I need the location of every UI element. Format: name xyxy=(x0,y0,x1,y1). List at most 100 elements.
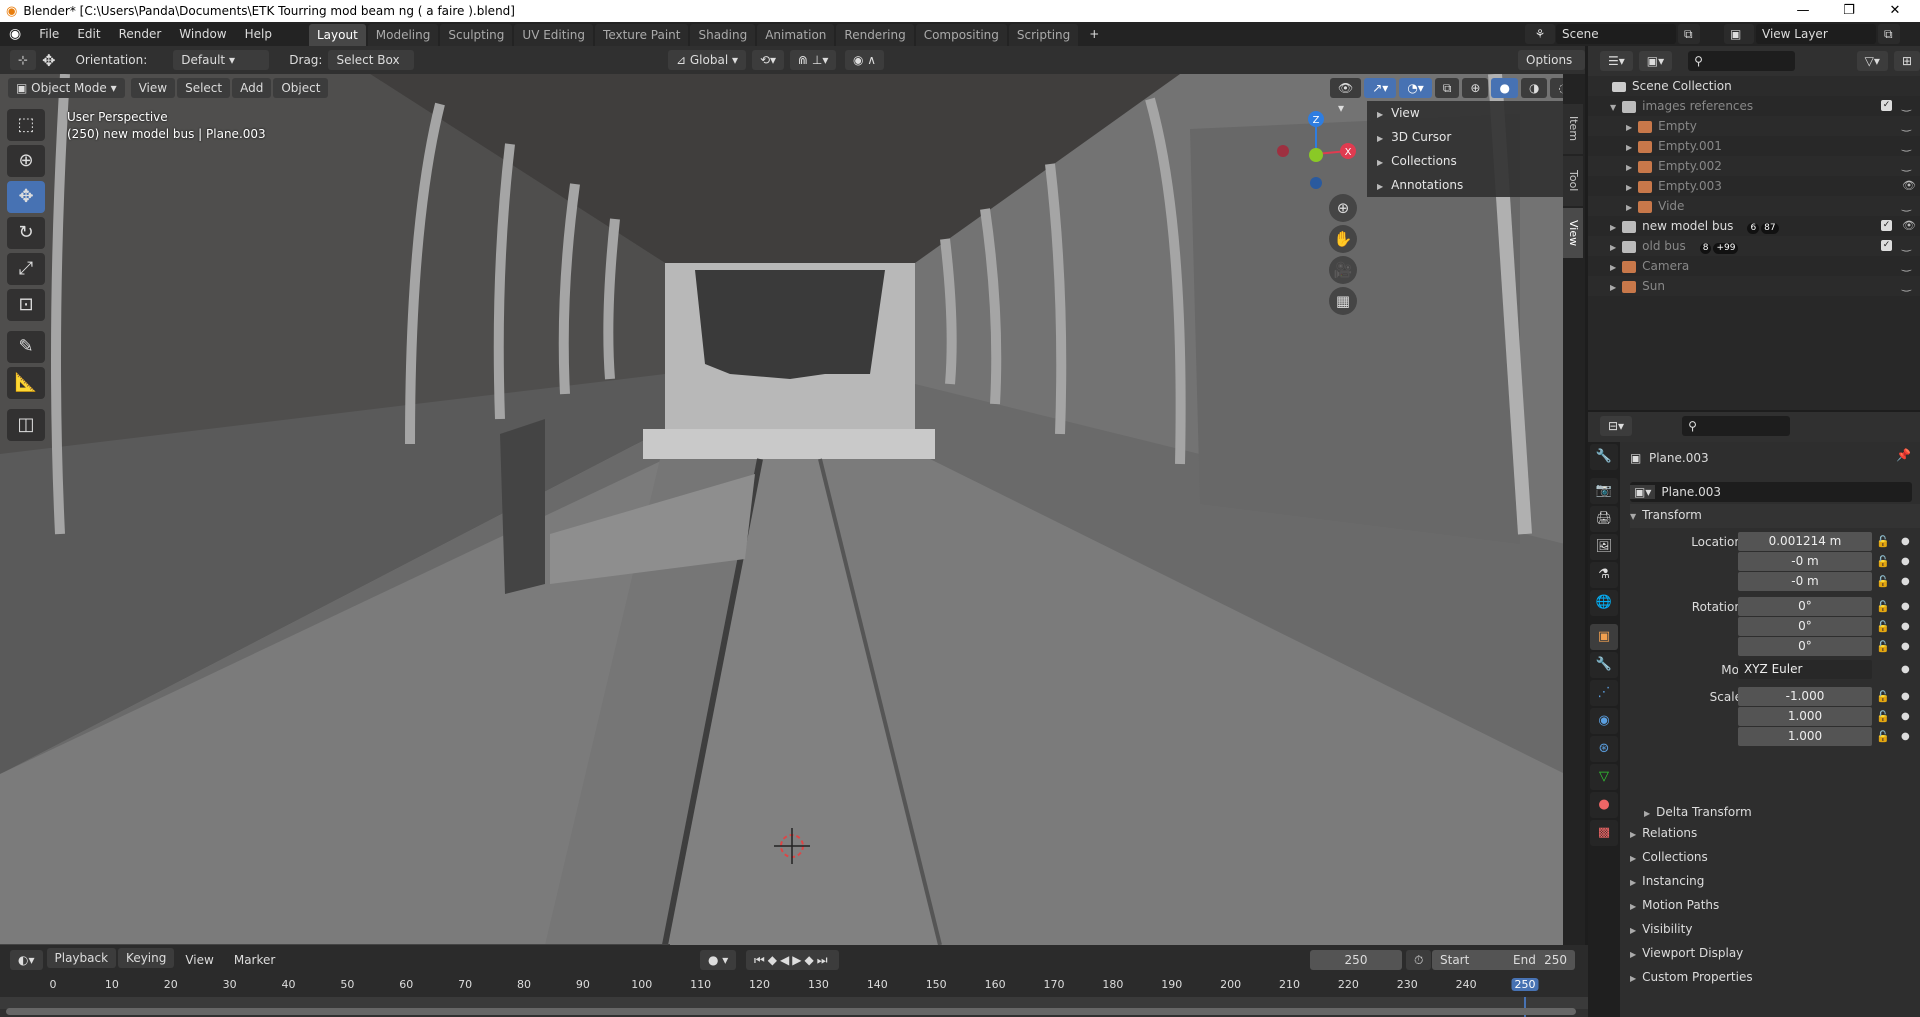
data-tab-icon[interactable]: ▽ xyxy=(1590,764,1618,790)
panel-custom-properties[interactable]: ▶ Custom Properties xyxy=(1630,966,1753,990)
outliner-item[interactable]: ▶ Empty.002 ‿ xyxy=(1588,156,1920,176)
expand-arrow-icon[interactable]: ▶ xyxy=(1610,243,1616,252)
overlay-toggle-icon[interactable]: ◔▾ xyxy=(1399,78,1432,98)
lock-icon[interactable]: 🔓 xyxy=(1876,572,1890,592)
outliner-item[interactable]: ▶ Sun ‿ xyxy=(1588,276,1920,296)
lock-icon[interactable]: 🔓 xyxy=(1876,707,1890,727)
lock-icon[interactable]: 🔓 xyxy=(1876,597,1890,617)
keyframe-dot-icon[interactable]: ● xyxy=(1901,552,1910,572)
transform-orientation-dropdown[interactable]: ⊿ Global ▾ xyxy=(668,50,746,70)
value-field[interactable]: 0° xyxy=(1738,597,1872,616)
rotate-tool-icon[interactable]: ↻ xyxy=(7,217,45,249)
minimize-button[interactable]: — xyxy=(1780,0,1826,22)
transform-tool-icon[interactable]: ⊡ xyxy=(7,289,45,321)
tool-tab-icon[interactable]: 🔧 xyxy=(1590,444,1618,470)
outliner-item[interactable]: ▶ new model bus 6 87 ✓ 👁 xyxy=(1588,216,1920,236)
particles-tab-icon[interactable]: ⋰ xyxy=(1590,680,1618,706)
expand-arrow-icon[interactable]: ▶ xyxy=(1626,123,1632,132)
viewport-menu-select[interactable]: Select xyxy=(177,78,231,98)
workspace-tab-shading[interactable]: Shading xyxy=(690,24,756,46)
lock-icon[interactable]: 🔓 xyxy=(1876,727,1890,747)
ortho-grid-icon[interactable]: ▦ xyxy=(1329,287,1357,315)
keyframe-dot-icon[interactable]: ● xyxy=(1901,532,1910,552)
scene-selector-icon[interactable]: ⚘ xyxy=(1525,24,1555,44)
timeline-scrollbar[interactable] xyxy=(6,1008,1576,1015)
3d-viewport[interactable]: Z X ▣ Object Mode ▾ View Select Add Object … xyxy=(0,74,1565,945)
npanel-section-view[interactable]: ▶ View xyxy=(1367,101,1565,125)
expand-arrow-icon[interactable]: ▶ xyxy=(1626,143,1632,152)
value-field[interactable]: -0 m xyxy=(1738,552,1872,571)
new-scene-icon[interactable]: ⧉ xyxy=(1678,24,1700,44)
expand-arrow-icon[interactable]: ▶ xyxy=(1626,203,1632,212)
workspace-tab-texture-paint[interactable]: Texture Paint xyxy=(595,24,689,46)
menu-file[interactable]: File xyxy=(30,22,68,46)
expand-arrow-icon[interactable]: ▶ xyxy=(1610,223,1616,232)
new-collection-icon[interactable]: ⊞ xyxy=(1893,51,1920,71)
keyframe-dot-icon[interactable]: ● xyxy=(1901,637,1910,657)
select-box-icon[interactable]: ⬚ xyxy=(7,109,45,141)
orientation-dropdown[interactable]: Default ▾ xyxy=(173,50,270,70)
lock-icon[interactable]: 🔓 xyxy=(1876,532,1890,552)
outliner-search-input[interactable]: ⚲ xyxy=(1688,51,1795,71)
current-frame-field[interactable]: 250 xyxy=(1310,950,1402,970)
auto-keying-icon[interactable]: ● ▾ xyxy=(700,950,737,970)
keyframe-dot-icon[interactable]: ● xyxy=(1901,707,1910,727)
value-field[interactable]: -0 m xyxy=(1738,572,1872,591)
object-mode-dropdown[interactable]: ▣ Object Mode ▾ xyxy=(8,78,125,98)
output-tab-icon[interactable]: 🖨 xyxy=(1590,506,1618,532)
rotation-mode-dropdown[interactable]: XYZ Euler xyxy=(1738,660,1872,679)
workspace-tab-rendering[interactable]: Rendering xyxy=(836,24,914,46)
keyframe-dot-icon[interactable]: ● xyxy=(1901,572,1910,592)
timeline-menu-marker[interactable]: Marker xyxy=(225,948,284,972)
solid-shading-icon[interactable]: ● xyxy=(1491,78,1518,98)
outliner-item[interactable]: ▶ Vide ‿ xyxy=(1588,196,1920,216)
material-tab-icon[interactable]: ● xyxy=(1590,792,1618,818)
pivot-point-icon[interactable]: ⟲▾ xyxy=(752,50,785,70)
view-layer-field[interactable]: View Layer xyxy=(1756,24,1876,44)
workspace-tab-compositing[interactable]: Compositing xyxy=(915,24,1007,46)
object-tab-icon[interactable]: ▣ xyxy=(1590,624,1618,650)
eye-closed-icon[interactable]: ‿ xyxy=(1902,116,1911,136)
panel-motion-paths[interactable]: ▶ Motion Paths xyxy=(1630,894,1719,918)
keyframe-dot-icon[interactable]: ● xyxy=(1901,687,1910,707)
npanel-section-annotations[interactable]: ▶ Annotations xyxy=(1367,173,1565,197)
modifiers-tab-icon[interactable]: 🔧 xyxy=(1590,652,1618,678)
lock-icon[interactable]: 🔓 xyxy=(1876,552,1890,572)
world-tab-icon[interactable]: 🌐 xyxy=(1590,590,1618,616)
proportional-edit-icon[interactable]: ◉ ∧ xyxy=(845,50,885,70)
menu-edit[interactable]: Edit xyxy=(68,22,109,46)
add-workspace-button[interactable]: + xyxy=(1080,22,1108,46)
render-tab-icon[interactable]: 📷 xyxy=(1590,478,1618,504)
exclude-checkbox[interactable]: ✓ xyxy=(1881,100,1892,111)
material-shading-icon[interactable]: ◑ xyxy=(1520,78,1548,98)
timeline-menu-view[interactable]: View xyxy=(176,948,222,972)
wireframe-shading-icon[interactable]: ⊕ xyxy=(1462,78,1489,98)
panel-relations[interactable]: ▶ Relations xyxy=(1630,822,1697,846)
outliner-item[interactable]: ▶ Camera ‿ xyxy=(1588,256,1920,276)
keyframe-dot-icon[interactable]: ● xyxy=(1901,617,1910,637)
eye-closed-icon[interactable]: ‿ xyxy=(1902,136,1911,156)
viewport-menu-add[interactable]: Add xyxy=(232,78,272,98)
value-field[interactable]: -1.000 xyxy=(1738,687,1872,706)
exclude-checkbox[interactable]: ✓ xyxy=(1881,240,1892,251)
eye-open-icon[interactable]: 👁 xyxy=(1902,176,1916,196)
menu-window[interactable]: Window xyxy=(170,22,235,46)
workspace-tab-sculpting[interactable]: Sculpting xyxy=(440,24,513,46)
expand-arrow-icon[interactable]: ▶ xyxy=(1610,263,1616,272)
expand-arrow-icon[interactable]: ▶ xyxy=(1626,183,1632,192)
eye-closed-icon[interactable]: ‿ xyxy=(1902,276,1911,296)
view-layer-icon[interactable]: ▣ xyxy=(1724,24,1754,44)
workspace-tab-animation[interactable]: Animation xyxy=(757,24,835,46)
lock-icon[interactable]: 🔓 xyxy=(1876,617,1890,637)
keyframe-dot-icon[interactable]: ● xyxy=(1901,597,1910,617)
scale-tool-icon[interactable]: ⤢ xyxy=(7,253,45,285)
eye-closed-icon[interactable]: ‿ xyxy=(1902,236,1911,256)
preview-range-icon[interactable]: ⏱ xyxy=(1406,950,1432,970)
panel-viewport-display[interactable]: ▶ Viewport Display xyxy=(1630,942,1743,966)
panel-instancing[interactable]: ▶ Instancing xyxy=(1630,870,1704,894)
object-name-field[interactable]: ▣▾ Plane.003 xyxy=(1630,482,1912,502)
menu-help[interactable]: Help xyxy=(236,22,281,46)
add-cube-tool-icon[interactable]: ◫ xyxy=(7,409,45,441)
sidebar-tab-item[interactable]: Item xyxy=(1563,104,1583,154)
zoom-icon[interactable]: ⊕ xyxy=(1329,194,1357,222)
